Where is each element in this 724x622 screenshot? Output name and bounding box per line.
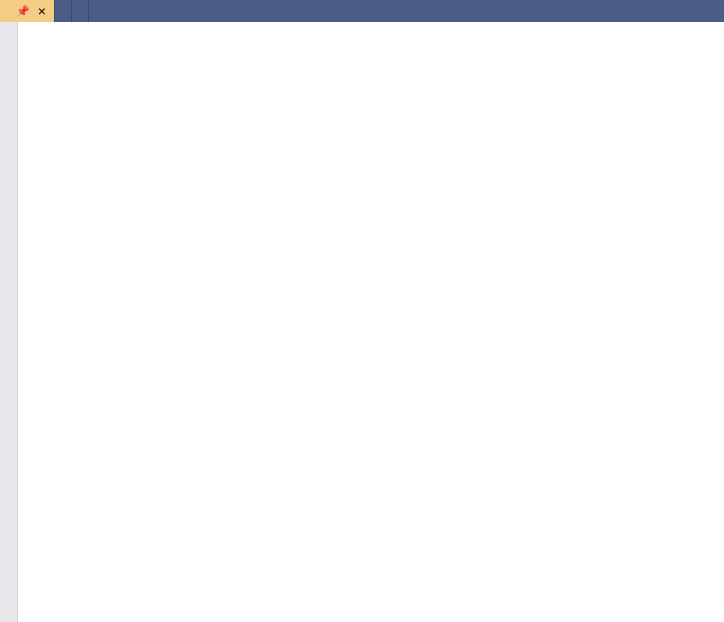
tab-counter-razor[interactable] bbox=[55, 0, 72, 22]
close-icon[interactable]: × bbox=[38, 4, 46, 18]
line-number-gutter bbox=[18, 22, 52, 622]
tab-bar: 📌 × bbox=[0, 0, 724, 22]
tab-index-razor[interactable] bbox=[72, 0, 89, 22]
pin-icon[interactable]: 📌 bbox=[16, 5, 30, 18]
tab-index-html[interactable]: 📌 × bbox=[0, 0, 55, 22]
breakpoint-gutter[interactable] bbox=[0, 22, 18, 622]
code-editor[interactable] bbox=[0, 22, 724, 622]
fold-gutter[interactable] bbox=[52, 22, 66, 622]
code-content[interactable] bbox=[71, 22, 724, 622]
